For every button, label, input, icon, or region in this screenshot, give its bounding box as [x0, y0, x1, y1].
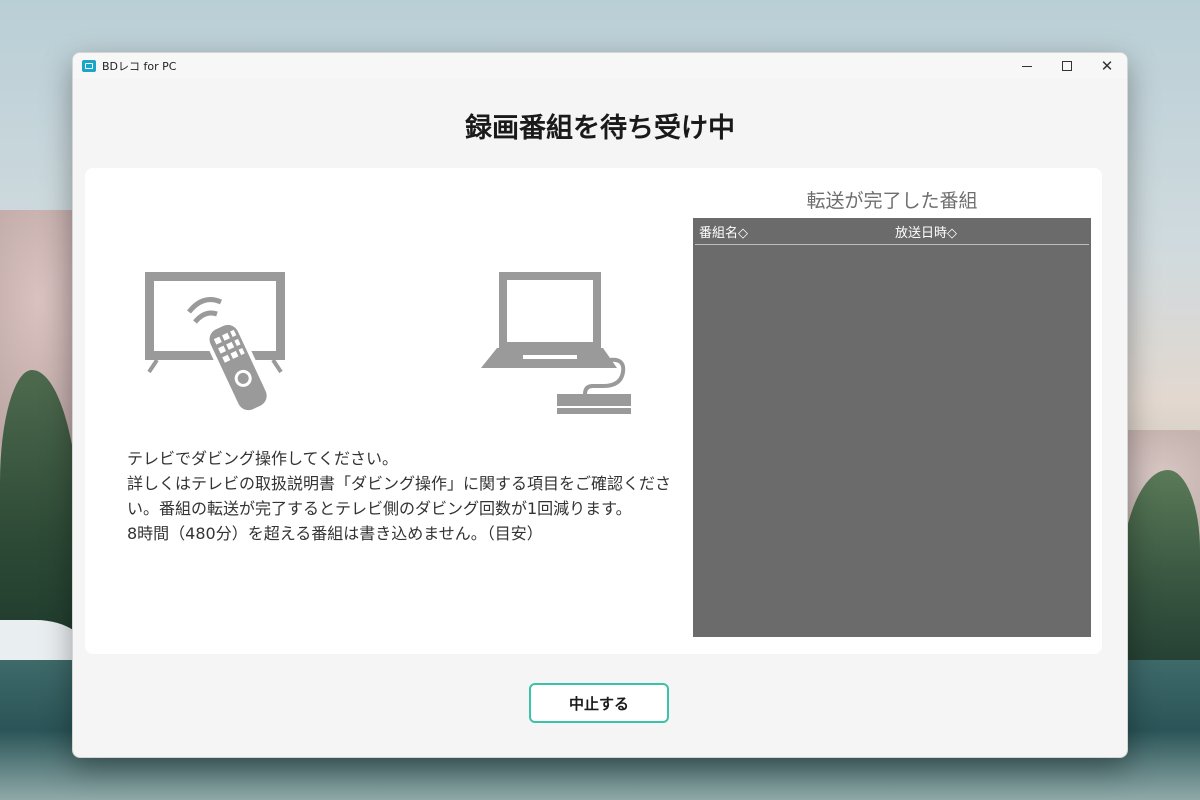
tv-remote-icon: [145, 272, 285, 415]
maximize-icon: [1062, 61, 1072, 71]
instruction-line: 詳しくはテレビの取扱説明書「ダビング操作」に関する項目をご確認ください。番組の転…: [127, 474, 672, 518]
column-header-program-name[interactable]: 番組名◇: [699, 222, 748, 241]
instruction-line: 8時間（480分）を超える番組は書き込めません。（目安）: [127, 524, 543, 543]
page-title: 録画番組を待ち受け中: [465, 113, 735, 144]
transfer-table[interactable]: 番組名◇ 放送日時◇: [693, 218, 1091, 637]
transfer-list-title: 転送が完了した番組: [806, 190, 978, 212]
window-title: BDレコ for PC: [102, 60, 177, 73]
instruction-text: テレビでダビング操作してください。 詳しくはテレビの取扱説明書「ダビング操作」に…: [127, 446, 687, 546]
minimize-icon: [1022, 65, 1032, 67]
laptop-drive-icon: [481, 272, 631, 414]
close-icon: ✕: [1100, 56, 1114, 75]
stop-button[interactable]: 中止する: [529, 683, 669, 723]
table-header: 番組名◇ 放送日時◇: [695, 218, 1089, 245]
instruction-line: テレビでダビング操作してください。: [127, 449, 399, 468]
title-bar[interactable]: BDレコ for PC ✕: [73, 53, 1127, 79]
desktop-background: BDレコ for PC ✕ 録画番組を待ち受け中 テレビでダビング操作してくださ…: [0, 0, 1200, 800]
column-header-broadcast-date[interactable]: 放送日時◇: [895, 222, 957, 241]
content-panel: テレビでダビング操作してください。 詳しくはテレビの取扱説明書「ダビング操作」に…: [85, 168, 1102, 654]
close-button[interactable]: ✕: [1087, 53, 1127, 79]
app-window: BDレコ for PC ✕ 録画番組を待ち受け中 テレビでダビング操作してくださ…: [72, 52, 1128, 758]
app-icon: [82, 60, 96, 72]
window-controls: ✕: [1007, 53, 1127, 79]
maximize-button[interactable]: [1047, 53, 1087, 79]
minimize-button[interactable]: [1007, 53, 1047, 79]
